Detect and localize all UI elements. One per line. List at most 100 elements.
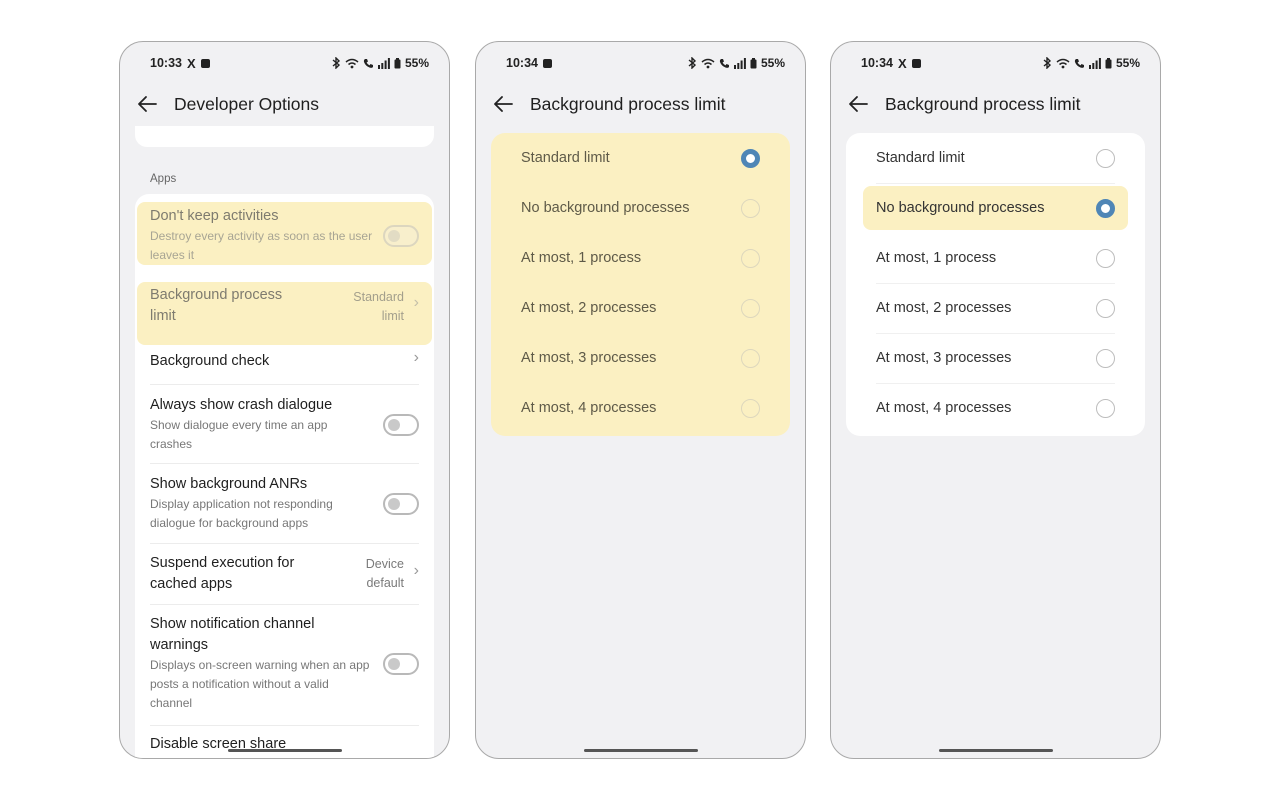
radio-unselected[interactable]	[741, 298, 760, 318]
radio-unselected[interactable]	[1096, 298, 1115, 318]
setting-show-background-anrs[interactable]: Show background ANRs Display application…	[150, 474, 419, 533]
option-label: At most, 1 process	[876, 250, 997, 266]
signal-icon	[733, 57, 746, 69]
wifi-icon	[1056, 58, 1070, 69]
battery-icon	[394, 57, 401, 69]
toggle-always-show-crash-dialogue[interactable]	[383, 414, 419, 436]
divider	[150, 384, 419, 385]
option-label: Standard limit	[876, 150, 965, 166]
option-label: Standard limit	[521, 150, 610, 166]
option-at-most-3[interactable]: At most, 3 processes	[876, 333, 1115, 383]
app-bar: Developer Options	[136, 92, 433, 116]
radio-selected[interactable]	[741, 148, 760, 168]
x-app-icon: X	[186, 55, 196, 71]
setting-title: Show background ANRs	[150, 476, 308, 492]
setting-title: Don't keep activities	[150, 208, 279, 224]
setting-background-check[interactable]: Background check	[150, 351, 419, 372]
bluetooth-icon	[688, 57, 697, 69]
option-label: At most, 4 processes	[521, 400, 657, 416]
gesture-navigation-bar[interactable]	[938, 749, 1053, 752]
battery-percent: 55%	[760, 56, 785, 70]
setting-title: Always show crash dialogue	[150, 397, 333, 413]
signal-icon	[377, 57, 390, 69]
toggle-show-background-anrs[interactable]	[383, 493, 419, 515]
radio-unselected[interactable]	[1096, 348, 1115, 368]
radio-selected[interactable]	[1096, 198, 1115, 218]
clock: 10:34	[506, 56, 538, 70]
option-label: At most, 3 processes	[876, 350, 1012, 366]
battery-icon	[1105, 57, 1112, 69]
option-at-most-4[interactable]: At most, 4 processes	[876, 383, 1115, 433]
setting-subtitle: Destroy every activity as soon as the us…	[150, 229, 373, 262]
back-arrow-icon[interactable]	[847, 93, 869, 115]
call-icon	[1074, 58, 1085, 69]
radio-unselected[interactable]	[741, 348, 760, 368]
toggle-show-notification-channel-warnings[interactable]	[383, 653, 419, 675]
page-title: Background process limit	[885, 93, 1081, 114]
phone-background-process-limit-none: 10:34 X 55% Background process limit Sta…	[830, 41, 1161, 759]
gesture-navigation-bar[interactable]	[227, 749, 342, 752]
chevron-right-icon: ›	[413, 562, 419, 579]
radio-unselected[interactable]	[1096, 398, 1115, 418]
status-bar: 10:33 X 55%	[150, 54, 429, 72]
radio-unselected[interactable]	[1096, 248, 1115, 268]
app-notification-icon	[200, 58, 210, 68]
back-arrow-icon[interactable]	[492, 93, 514, 115]
battery-icon	[750, 57, 757, 69]
setting-dont-keep-activities[interactable]: Don't keep activities Destroy every acti…	[150, 206, 419, 265]
app-bar: Background process limit	[492, 92, 789, 116]
option-at-most-3[interactable]: At most, 3 processes	[521, 333, 760, 383]
option-standard-limit[interactable]: Standard limit	[521, 133, 760, 183]
radio-unselected[interactable]	[1096, 148, 1115, 168]
setting-title: Show notification channel warnings	[150, 616, 315, 653]
radio-unselected[interactable]	[741, 198, 760, 218]
section-label-apps: Apps	[150, 173, 177, 185]
option-label: No background processes	[521, 200, 690, 216]
app-notification-icon	[542, 58, 552, 68]
option-label: At most, 2 processes	[876, 300, 1012, 316]
bluetooth-icon	[332, 57, 341, 69]
battery-percent: 55%	[404, 56, 429, 70]
setting-title: Background check	[150, 353, 270, 369]
setting-subtitle: Show dialogue every time an app crashes	[150, 418, 328, 451]
bluetooth-icon	[1043, 57, 1052, 69]
divider	[150, 543, 419, 544]
option-label: At most, 3 processes	[521, 350, 657, 366]
chevron-right-icon: ›	[413, 294, 419, 311]
option-at-most-4[interactable]: At most, 4 processes	[521, 383, 760, 433]
radio-unselected[interactable]	[741, 248, 760, 268]
option-no-background-processes[interactable]: No background processes	[521, 183, 760, 233]
status-bar: 10:34 55%	[506, 54, 785, 72]
setting-always-show-crash-dialogue[interactable]: Always show crash dialogue Show dialogue…	[150, 395, 419, 454]
radio-unselected[interactable]	[741, 398, 760, 418]
setting-show-notification-channel-warnings[interactable]: Show notification channel warnings Displ…	[150, 614, 419, 713]
setting-subtitle: Displays on-screen warning when an app p…	[150, 658, 370, 710]
previous-settings-card	[135, 126, 434, 147]
option-at-most-1[interactable]: At most, 1 process	[876, 233, 1115, 283]
signal-icon	[1088, 57, 1101, 69]
option-no-background-processes[interactable]: No background processes	[876, 183, 1115, 233]
options-card: Standard limit No background processes A…	[846, 133, 1145, 436]
wifi-icon	[345, 58, 359, 69]
option-at-most-2[interactable]: At most, 2 processes	[521, 283, 760, 333]
toggle-dont-keep-activities[interactable]	[383, 225, 419, 247]
gesture-navigation-bar[interactable]	[583, 749, 698, 752]
app-notification-icon	[911, 58, 921, 68]
call-icon	[363, 58, 374, 69]
setting-value: Device default	[365, 557, 404, 590]
chevron-right-icon: ›	[413, 349, 419, 366]
phone-developer-options: 10:33 X 55% Developer Options Apps Don't…	[119, 41, 450, 759]
wifi-icon	[701, 58, 715, 69]
app-bar: Background process limit	[847, 92, 1144, 116]
divider	[150, 463, 419, 464]
x-app-icon: X	[897, 55, 907, 71]
setting-value: Standard limit	[353, 290, 404, 323]
option-at-most-1[interactable]: At most, 1 process	[521, 233, 760, 283]
back-arrow-icon[interactable]	[136, 93, 158, 115]
call-icon	[719, 58, 730, 69]
page-title: Developer Options	[174, 93, 319, 114]
option-standard-limit[interactable]: Standard limit	[876, 133, 1115, 183]
option-at-most-2[interactable]: At most, 2 processes	[876, 283, 1115, 333]
option-label: At most, 1 process	[521, 250, 642, 266]
setting-title: Suspend execution for cached apps	[150, 555, 295, 592]
